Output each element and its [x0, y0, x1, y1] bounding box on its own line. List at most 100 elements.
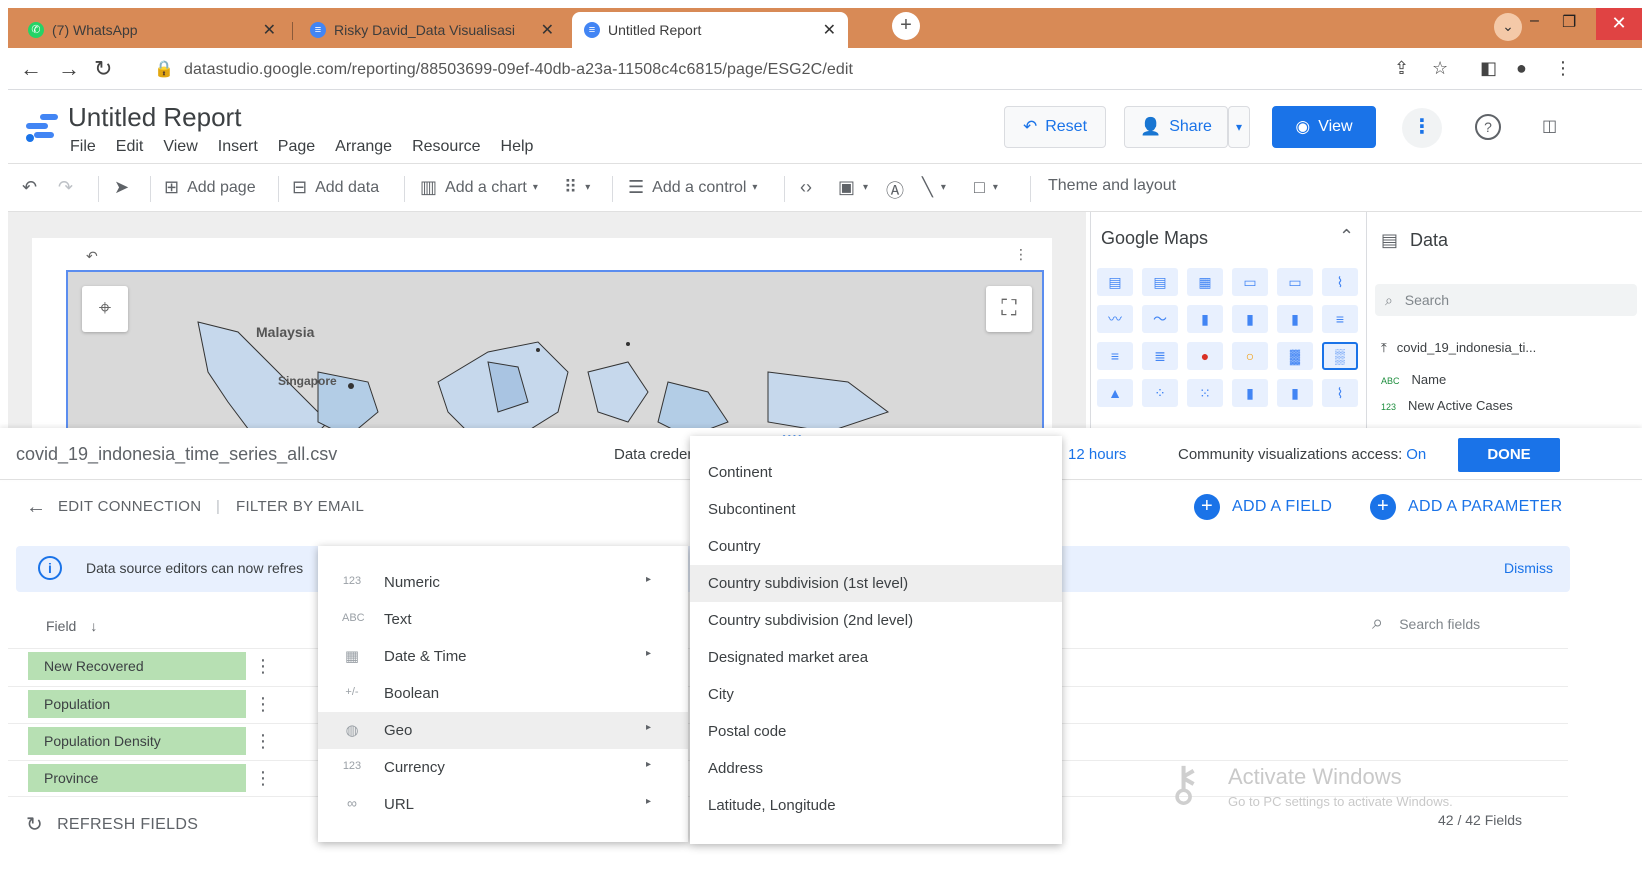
close-icon[interactable]: ✕: [541, 20, 554, 40]
add-field-button[interactable]: + ADD A FIELD: [1194, 494, 1332, 520]
menu-edit[interactable]: Edit: [116, 138, 144, 156]
close-icon[interactable]: ✕: [263, 20, 276, 40]
field-row-new-recovered[interactable]: New Recovered: [28, 652, 246, 680]
geo-item-address[interactable]: Address: [690, 750, 1062, 787]
shape-rectangle-icon[interactable]: □ ▾: [974, 177, 998, 198]
field-column-header[interactable]: Field ↓: [46, 618, 97, 634]
field-kebab-icon[interactable]: ⋮: [254, 731, 272, 752]
data-source-name[interactable]: covid_19_indonesia_time_series_all.csv: [16, 444, 337, 465]
geo-item-subcontinent[interactable]: Subcontinent: [690, 491, 1062, 528]
table-heatmap-chart-icon[interactable]: ▦: [1187, 268, 1223, 296]
line-chart-icon[interactable]: ⌇: [1322, 379, 1358, 407]
stacked-combo-icon[interactable]: ▮: [1277, 379, 1313, 407]
add-chart-button[interactable]: ▥ Add a chart ▾: [420, 177, 538, 198]
window-close-icon[interactable]: ✕: [1596, 8, 1642, 40]
add-page-button[interactable]: ⊞ Add page: [164, 177, 256, 198]
community-viz-toggle[interactable]: On: [1406, 446, 1426, 463]
maximize-icon[interactable]: ❐: [1562, 12, 1576, 32]
field-row-province[interactable]: Province: [28, 764, 246, 792]
minimize-icon[interactable]: –: [1530, 12, 1539, 30]
menu-insert[interactable]: Insert: [218, 138, 258, 156]
scorecard-compact-icon[interactable]: ▭: [1277, 268, 1313, 296]
menu-item-boolean[interactable]: +/- Boolean: [318, 675, 688, 712]
field-kebab-icon[interactable]: ⋮: [254, 656, 272, 677]
google-map-chart[interactable]: Malaysia Singapore ⌖ ⛶: [66, 270, 1044, 428]
field-kebab-icon[interactable]: ⋮: [254, 768, 272, 789]
data-search-input[interactable]: ⌕ Search: [1375, 284, 1637, 316]
geo-item-city[interactable]: City: [690, 676, 1062, 713]
data-field-name[interactable]: ABC Name: [1381, 372, 1446, 387]
back-arrow-icon[interactable]: ←: [20, 56, 42, 82]
share-page-icon[interactable]: ⇪: [1394, 58, 1409, 79]
geo-chart-icon[interactable]: ▓: [1277, 342, 1313, 370]
more-options-icon[interactable]: ⋮: [1402, 108, 1442, 148]
geo-item-postal-code[interactable]: Postal code: [690, 713, 1062, 750]
menu-resource[interactable]: Resource: [412, 138, 480, 156]
data-source-item[interactable]: ⤒ covid_19_indonesia_ti...: [1381, 340, 1536, 356]
geo-item-country-subdivision-1[interactable]: Country subdivision (1st level): [690, 565, 1062, 602]
reload-icon[interactable]: ↻: [94, 56, 112, 82]
table-bars-chart-icon[interactable]: ▤: [1142, 268, 1178, 296]
sparkline-icon[interactable]: ⌇: [1322, 268, 1358, 296]
geo-item-country[interactable]: Country: [690, 528, 1062, 565]
theme-and-layout-button[interactable]: Theme and layout: [1048, 177, 1176, 195]
grouped-column-icon[interactable]: ▮: [1232, 305, 1268, 333]
timeseries-icon[interactable]: 〰: [1097, 305, 1133, 333]
share-button[interactable]: 👤 Share: [1124, 106, 1228, 148]
community-viz-button[interactable]: ⠿ ▾: [564, 177, 590, 198]
back-arrow-icon[interactable]: ←: [26, 496, 46, 519]
geo-item-country-subdivision-2[interactable]: Country subdivision (2nd level): [690, 602, 1062, 639]
menu-item-numeric[interactable]: 123 Numeric ▸: [318, 564, 688, 601]
dismiss-button[interactable]: Dismiss: [1504, 560, 1553, 576]
refresh-fields-button[interactable]: ↻ REFRESH FIELDS: [26, 812, 198, 837]
scorecard-icon[interactable]: ▭: [1232, 268, 1268, 296]
menu-page[interactable]: Page: [278, 138, 315, 156]
pie-chart-icon[interactable]: ●: [1187, 342, 1223, 370]
area-chart-icon[interactable]: ▲: [1097, 379, 1133, 407]
field-kebab-icon[interactable]: ⋮: [254, 694, 272, 715]
edit-connection-button[interactable]: EDIT CONNECTION: [58, 498, 201, 515]
insert-image-icon[interactable]: ▣ ▾: [838, 177, 868, 198]
tab-data-visualisasi[interactable]: ≡ Risky David_Data Visualisasi ✕: [298, 12, 566, 48]
collapse-chevron-icon[interactable]: ⌃: [1339, 226, 1354, 247]
new-tab-button[interactable]: +: [892, 12, 920, 40]
geo-item-latitude-longitude[interactable]: Latitude, Longitude: [690, 787, 1062, 824]
bar-chart-icon[interactable]: ≡: [1322, 305, 1358, 333]
tab-whatsapp[interactable]: ✆ (7) WhatsApp ✕: [16, 12, 288, 48]
column-chart-icon[interactable]: ▮: [1187, 305, 1223, 333]
help-icon[interactable]: ?: [1475, 114, 1501, 140]
combo-chart-icon[interactable]: ▮: [1232, 379, 1268, 407]
menu-file[interactable]: File: [70, 138, 96, 156]
text-box-icon[interactable]: Ⓐ: [886, 177, 912, 203]
stacked-bar-icon[interactable]: ≣: [1142, 342, 1178, 370]
data-freshness-link[interactable]: 12 hours: [1068, 446, 1126, 463]
chart-kebab-icon[interactable]: ⋮: [1014, 246, 1028, 263]
tab-untitled-report[interactable]: ≡ Untitled Report ✕: [572, 12, 848, 48]
menu-item-text[interactable]: ABC Text: [318, 601, 688, 638]
filter-by-email-button[interactable]: FILTER BY EMAIL: [236, 498, 364, 515]
share-dropdown-button[interactable]: ▾: [1228, 106, 1250, 148]
menu-item-url[interactable]: ∞ URL ▸: [318, 786, 688, 823]
select-cursor-icon[interactable]: ➤: [114, 177, 137, 198]
add-parameter-button[interactable]: + ADD A PARAMETER: [1370, 494, 1562, 520]
smoothed-timeseries-icon[interactable]: 〜: [1142, 305, 1178, 333]
close-icon[interactable]: ✕: [823, 20, 836, 40]
field-row-population[interactable]: Population: [28, 690, 246, 718]
menu-view[interactable]: View: [163, 138, 197, 156]
map-location-icon[interactable]: ⌖: [82, 286, 128, 332]
browser-menu-icon[interactable]: ⋮: [1554, 58, 1572, 79]
redo-icon[interactable]: ↷: [58, 177, 81, 198]
grouped-bar-icon[interactable]: ≡: [1097, 342, 1133, 370]
field-row-population-density[interactable]: Population Density: [28, 727, 246, 755]
embed-code-icon[interactable]: ‹›: [800, 177, 820, 198]
account-icon[interactable]: ◫: [1542, 116, 1557, 136]
profile-avatar-icon[interactable]: ●: [1516, 58, 1527, 79]
geo-item-continent[interactable]: Continent: [690, 454, 1062, 491]
undo-small-icon[interactable]: ↶: [86, 248, 98, 265]
scatter-chart-icon[interactable]: ⁘: [1142, 379, 1178, 407]
menu-help[interactable]: Help: [501, 138, 534, 156]
tab-search-icon[interactable]: ⌄: [1494, 13, 1522, 41]
bubble-chart-icon[interactable]: ⁙: [1187, 379, 1223, 407]
add-control-button[interactable]: ☰ Add a control ▾: [628, 177, 757, 198]
undo-icon[interactable]: ↶: [22, 177, 45, 198]
